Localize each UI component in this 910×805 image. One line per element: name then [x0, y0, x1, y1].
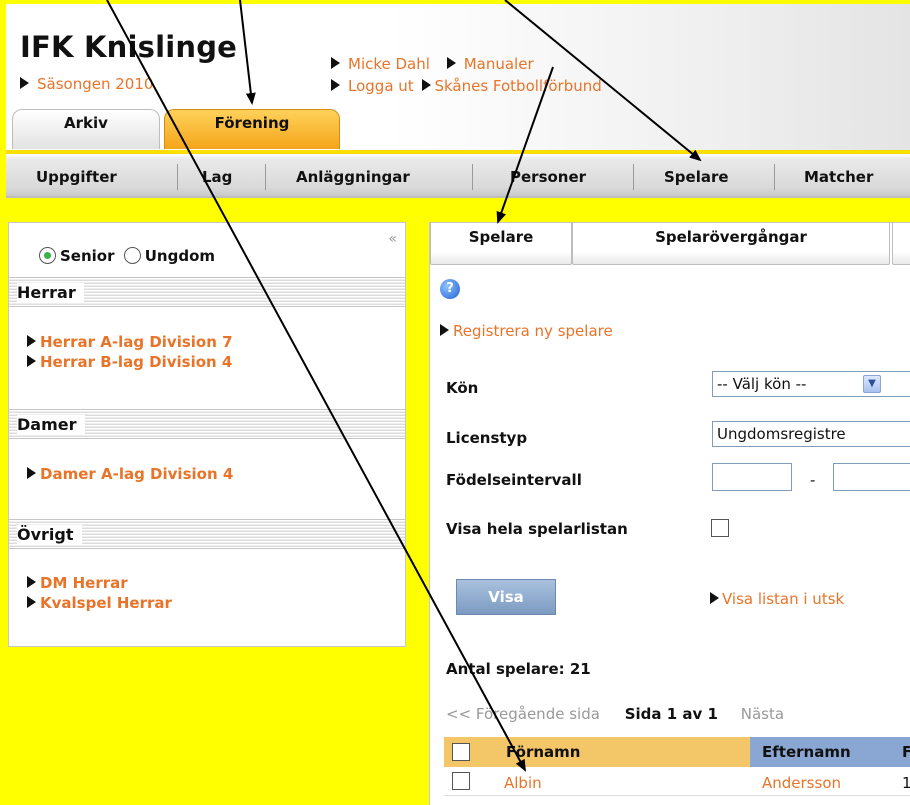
nav-spelare[interactable]: Spelare [664, 168, 729, 186]
register-player-link[interactable]: Registrera ny spelare [440, 322, 613, 340]
section-herrar: Herrar [9, 277, 405, 307]
bullet-icon [710, 592, 719, 604]
radio-ungdom[interactable]: Ungdom [123, 247, 215, 265]
bullet-icon [27, 335, 36, 347]
birth-to-input[interactable] [833, 463, 910, 491]
logout-link[interactable]: Logga ut [331, 77, 414, 95]
print-list-link[interactable]: Visa listan i utsk [710, 590, 844, 608]
prev-page-link[interactable]: << Föregående sida [446, 705, 600, 723]
show-all-label: Visa hela spelarlistan [446, 520, 628, 538]
manuals-link[interactable]: Manualer [446, 55, 534, 73]
gender-select[interactable]: -- Välj kön -- ▼ [712, 371, 910, 397]
team-sidebar: « Senior Ungdom Herrar Herrar A-lag Divi… [8, 222, 406, 647]
nav-divider [472, 164, 473, 190]
sidebar-item-herrar-a[interactable]: Herrar A-lag Division 7 [27, 332, 233, 352]
cell-extra: 1 [902, 774, 910, 792]
row-checkbox[interactable] [452, 772, 470, 790]
tab-spelare[interactable]: Spelare [430, 223, 572, 265]
tab-arkiv[interactable]: Arkiv [12, 109, 160, 149]
bullet-icon [27, 576, 36, 588]
header-links: Micke Dahl Manualer Logga ut Skånes Fotb… [331, 53, 614, 97]
cell-efternamn[interactable]: Andersson [762, 774, 841, 792]
section-ovrigt: Övrigt [9, 519, 405, 549]
tab-more[interactable] [892, 223, 910, 265]
col-fornamn[interactable]: Förnamn [506, 743, 580, 761]
sidebar-item-dm-herrar[interactable]: DM Herrar [27, 573, 128, 593]
tab-forening[interactable]: Förening [164, 109, 340, 149]
next-page-link[interactable]: Nästa [741, 705, 784, 723]
select-all-checkbox[interactable] [452, 743, 470, 761]
show-button[interactable]: Visa [456, 579, 556, 615]
tab-spelarovergangar[interactable]: Spelarövergångar [572, 223, 890, 265]
bullet-icon [20, 77, 29, 89]
page: IFK Knislinge Säsongen 2010 Micke Dahl M… [0, 0, 910, 805]
table-header: Förnamn Efternamn F [444, 737, 910, 767]
collapse-icon[interactable]: « [388, 231, 397, 247]
cell-fornamn[interactable]: Albin [504, 774, 542, 792]
header: IFK Knislinge Säsongen 2010 Micke Dahl M… [6, 0, 910, 154]
player-count: Antal spelare: 21 [446, 660, 591, 678]
birth-from-input[interactable] [712, 463, 792, 491]
nav-lag[interactable]: Lag [202, 168, 232, 186]
bullet-icon [446, 57, 456, 69]
nav-divider [774, 164, 775, 190]
section-damer: Damer [9, 409, 405, 439]
gender-label: Kön [446, 379, 479, 397]
bullet-icon [27, 467, 36, 479]
federation-link[interactable]: Skånes Fotbollförbund [422, 77, 602, 95]
license-label: Licenstyp [446, 429, 528, 447]
nav-matcher[interactable]: Matcher [804, 168, 873, 186]
bullet-icon [331, 79, 340, 91]
radio-button[interactable] [123, 247, 141, 264]
nav-divider [265, 164, 266, 190]
show-all-checkbox[interactable] [711, 519, 729, 537]
bullet-icon [440, 324, 449, 336]
nav-anlaggningar[interactable]: Anläggningar [296, 168, 410, 186]
sidebar-item-damer-a[interactable]: Damer A-lag Division 4 [27, 464, 233, 484]
bullet-icon [27, 355, 36, 367]
level-radio-group: Senior Ungdom [39, 247, 215, 265]
bullet-icon [27, 596, 36, 608]
chevron-down-icon[interactable]: ▼ [863, 375, 881, 393]
nav-divider [177, 164, 178, 190]
radio-senior[interactable]: Senior [39, 247, 115, 265]
user-link[interactable]: Micke Dahl [331, 55, 430, 73]
help-icon[interactable]: ? [440, 279, 460, 299]
pager: << Föregående sida Sida 1 av 1 Nästa [446, 705, 784, 723]
col-efternamn[interactable]: Efternamn [762, 743, 851, 761]
bullet-icon [422, 79, 432, 91]
birth-interval-label: Födelseintervall [446, 471, 582, 489]
season-link[interactable]: Säsongen 2010 [20, 75, 153, 93]
col-extra[interactable]: F [902, 743, 910, 761]
nav-personer[interactable]: Personer [510, 168, 586, 186]
nav-divider [633, 164, 634, 190]
bullet-icon [331, 57, 340, 69]
table-row[interactable]: Albin Andersson 1 [444, 768, 910, 796]
radio-button-checked[interactable] [39, 247, 56, 264]
club-name: IFK Knislinge [20, 30, 238, 64]
main-panel: Spelare Spelarövergångar ? Registrera ny… [429, 222, 910, 805]
nav-uppgifter[interactable]: Uppgifter [36, 168, 117, 186]
main-nav: Uppgifter Lag Anläggningar Personer Spel… [6, 150, 910, 198]
range-dash: - [810, 471, 816, 489]
license-select[interactable]: Ungdomsregistre [712, 421, 910, 447]
sidebar-item-herrar-b[interactable]: Herrar B-lag Division 4 [27, 352, 232, 372]
sidebar-item-kvalspel[interactable]: Kvalspel Herrar [27, 593, 172, 613]
page-indicator: Sida 1 av 1 [624, 705, 718, 723]
